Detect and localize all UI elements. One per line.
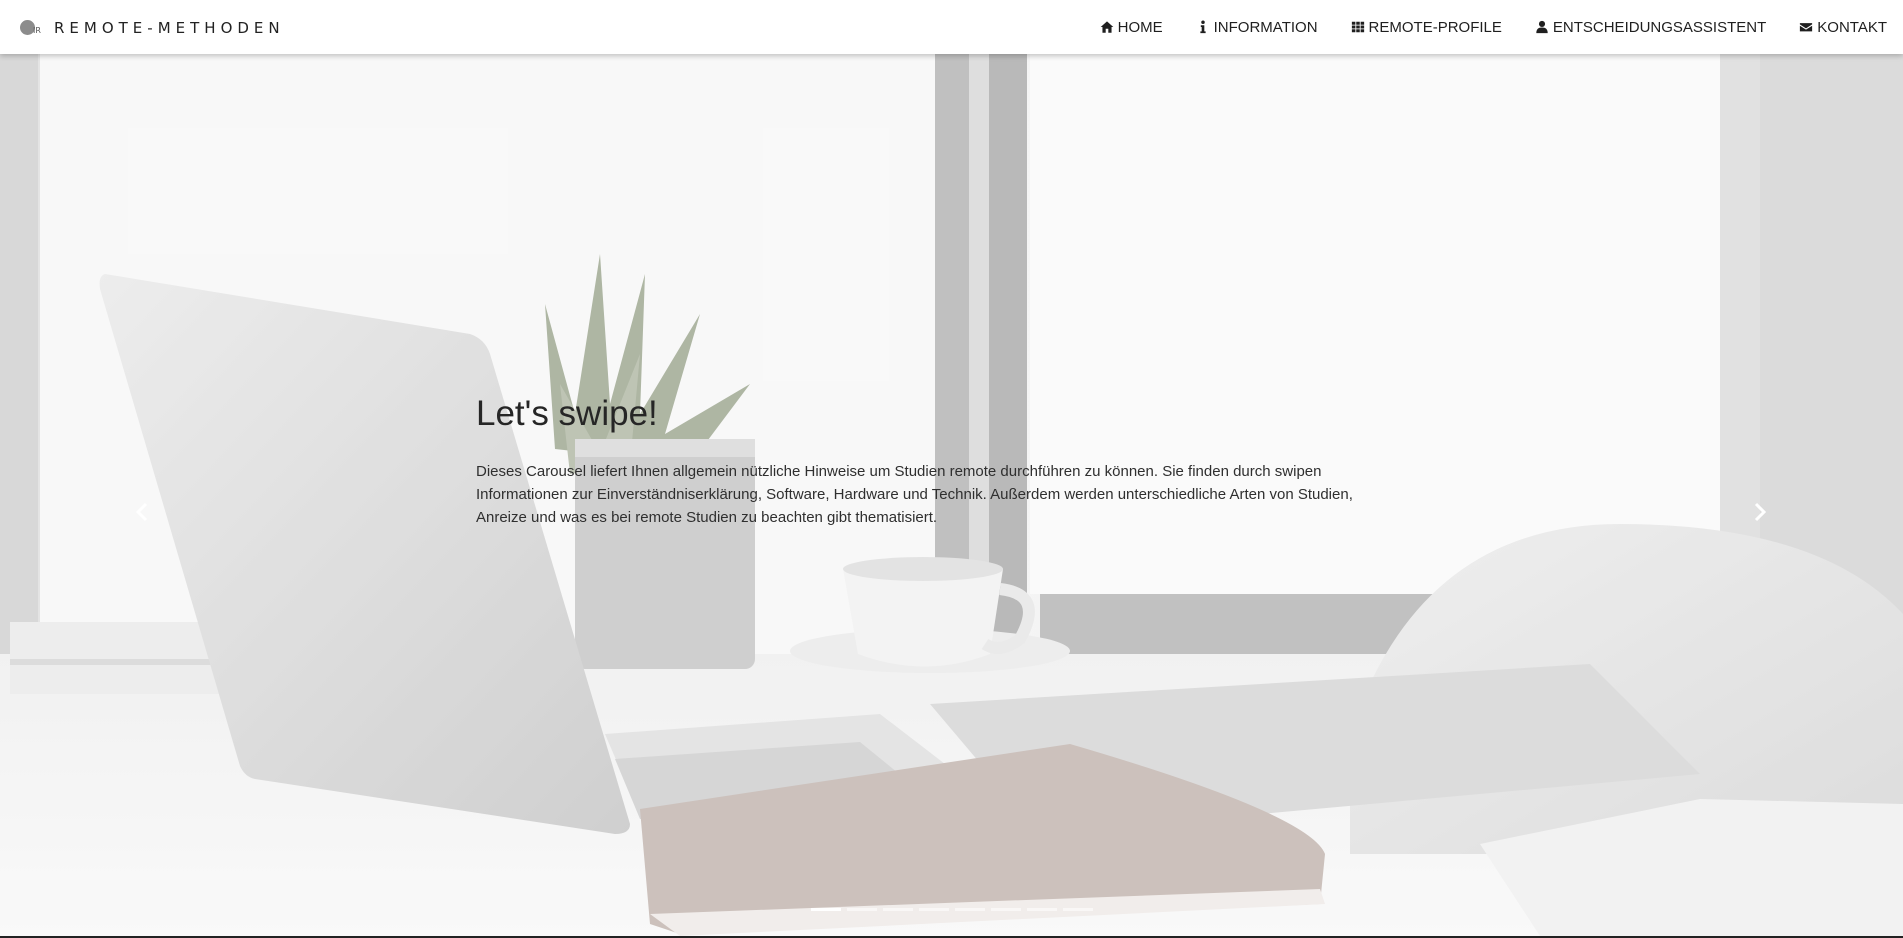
carousel-next-button[interactable] [1730, 474, 1790, 554]
brand-name: REMOTE-METHODEN [54, 19, 285, 37]
carousel-indicator[interactable] [1063, 908, 1093, 911]
hero-carousel[interactable]: Let's swipe! Dieses Carousel liefert Ihn… [0, 54, 1903, 936]
grid-icon [1350, 19, 1366, 35]
brand-link[interactable]: IR REMOTE-METHODEN [18, 17, 285, 39]
carousel-indicator[interactable] [955, 908, 985, 911]
nav-item-label: HOME [1117, 18, 1163, 36]
nav-item-information[interactable]: INFORMATION [1195, 19, 1318, 36]
nav-item-label: REMOTE-PROFILE [1368, 18, 1502, 36]
home-icon [1099, 19, 1115, 35]
carousel-indicators [811, 908, 1099, 911]
brand-logo-icon: IR [18, 17, 44, 39]
nav-item-label: KONTAKT [1817, 18, 1887, 36]
carousel-title: Let's swipe! [476, 394, 658, 433]
top-navbar: IR REMOTE-METHODEN HOME INFORMATION REMO… [0, 0, 1903, 54]
nav-item-remote-profile[interactable]: REMOTE-PROFILE [1350, 19, 1502, 36]
carousel-indicator[interactable] [883, 908, 913, 911]
brand-logo-mark: IR [33, 26, 41, 35]
nav-item-home[interactable]: HOME [1099, 19, 1163, 36]
chevron-left-icon [135, 501, 149, 527]
carousel-prev-button[interactable] [112, 474, 172, 554]
nav-item-entscheidungsassistent[interactable]: ENTSCHEIDUNGSASSISTENT [1534, 19, 1766, 36]
carousel-indicator[interactable] [919, 908, 949, 911]
envelope-icon [1798, 19, 1814, 35]
carousel-indicator[interactable] [811, 908, 841, 911]
carousel-indicator[interactable] [1027, 908, 1057, 911]
user-icon [1534, 19, 1550, 35]
carousel-indicator[interactable] [991, 908, 1021, 911]
main-nav: HOME INFORMATION REMOTE-PROFILE ENTSCHEI… [1067, 0, 1887, 54]
info-icon [1195, 19, 1211, 35]
carousel-indicator[interactable] [847, 908, 877, 911]
nav-item-label: INFORMATION [1213, 18, 1318, 36]
nav-item-label: ENTSCHEIDUNGSASSISTENT [1552, 18, 1767, 36]
carousel-caption: Let's swipe! Dieses Carousel liefert Ihn… [476, 394, 1396, 529]
chevron-right-icon [1753, 501, 1767, 527]
carousel-description: Dieses Carousel liefert Ihnen allgemein … [476, 463, 1353, 526]
nav-item-kontakt[interactable]: KONTAKT [1798, 19, 1887, 36]
